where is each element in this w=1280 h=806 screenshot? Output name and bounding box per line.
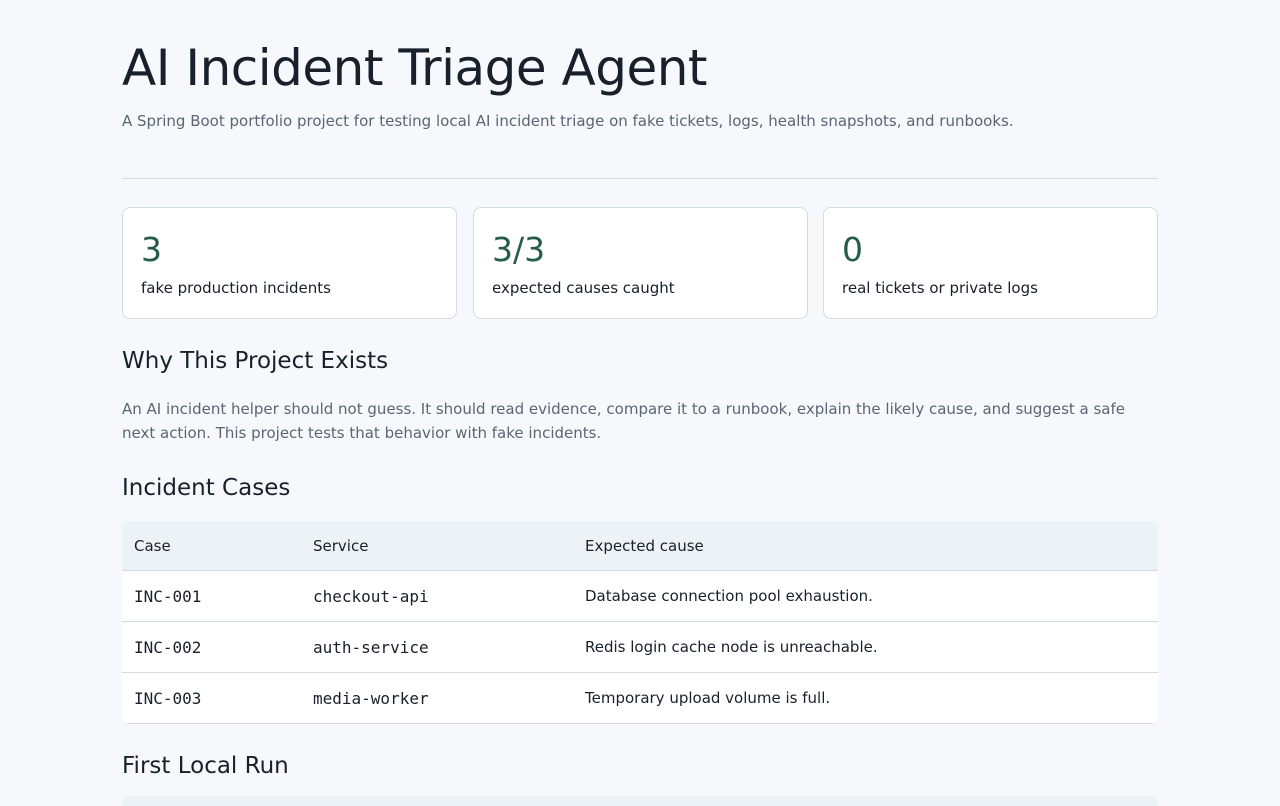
service-name: checkout-api (301, 570, 573, 622)
table-row: INC-001 checkout-api Database connection… (122, 570, 1158, 622)
table-row: INC-002 auth-service Redis login cache n… (122, 621, 1158, 673)
table-header-row: Case Service Expected cause (122, 521, 1158, 571)
expected-cause: Database connection pool exhaustion. (573, 570, 1158, 622)
page-subtitle: A Spring Boot portfolio project for test… (122, 112, 1014, 130)
case-id: INC-001 (122, 570, 301, 622)
column-header-case: Case (122, 521, 301, 571)
incident-cases-table: Case Service Expected cause INC-001 chec… (122, 521, 1158, 724)
stat-card-incidents: 3 fake production incidents (122, 207, 457, 319)
service-name: auth-service (301, 621, 573, 673)
stat-value: 0 (842, 230, 863, 269)
case-id: INC-003 (122, 672, 301, 724)
header-divider (122, 178, 1158, 179)
why-heading: Why This Project Exists (122, 348, 389, 374)
first-run-heading: First Local Run (122, 753, 289, 779)
page-title: AI Incident Triage Agent (122, 39, 708, 97)
why-text: An AI incident helper should not guess. … (122, 400, 1126, 442)
stats-row: 3 fake production incidents 3/3 expected… (122, 207, 1158, 319)
expected-cause: Temporary upload volume is full. (573, 672, 1158, 724)
stat-card-real-tickets: 0 real tickets or private logs (823, 207, 1158, 319)
stat-value: 3/3 (492, 230, 546, 269)
column-header-expected-cause: Expected cause (573, 521, 1158, 571)
code-block-edge (122, 796, 1158, 806)
cases-heading: Incident Cases (122, 475, 291, 501)
expected-cause: Redis login cache node is unreachable. (573, 621, 1158, 673)
stat-card-causes: 3/3 expected causes caught (473, 207, 808, 319)
table-row: INC-003 media-worker Temporary upload vo… (122, 672, 1158, 724)
case-id: INC-002 (122, 621, 301, 673)
stat-label: expected causes caught (492, 279, 675, 297)
column-header-service: Service (301, 521, 573, 571)
stat-value: 3 (141, 230, 162, 269)
service-name: media-worker (301, 672, 573, 724)
stat-label: fake production incidents (141, 279, 331, 297)
stat-label: real tickets or private logs (842, 279, 1038, 297)
